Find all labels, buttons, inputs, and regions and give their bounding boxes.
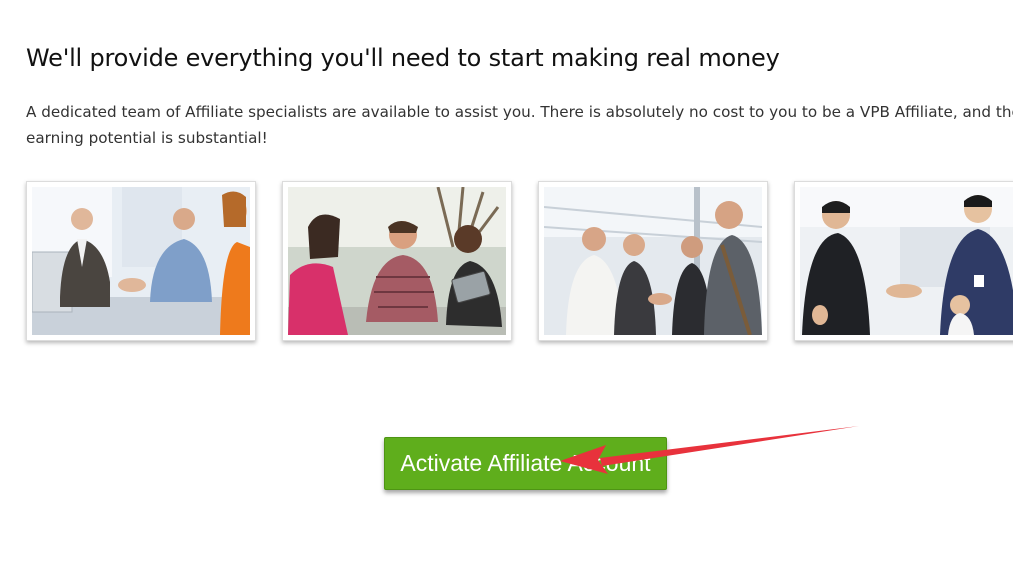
photo-gallery [26,181,1013,341]
business-handshake-office-photo [26,181,256,341]
activate-affiliate-account-button[interactable]: Activate Affiliate Account [384,437,667,490]
office-handshake-applause-photo [794,181,1013,341]
team-meeting-tablet-photo [282,181,512,341]
business-group-handshake-photo [538,181,768,341]
intro-text: A dedicated team of Affiliate specialist… [26,103,1013,147]
section-heading: We'll provide everything you'll need to … [26,44,780,72]
